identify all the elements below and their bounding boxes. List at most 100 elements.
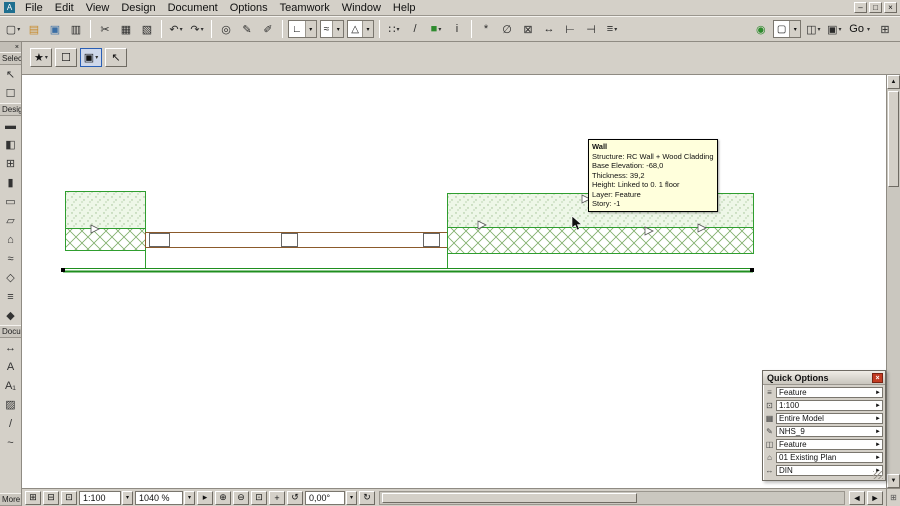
camera-icon[interactable]: ▣ ▾	[824, 19, 844, 39]
favorites-icon[interactable]: ★ ▾	[30, 48, 52, 67]
menu-window[interactable]: Window	[336, 1, 387, 15]
play-icon[interactable]: ▸	[197, 490, 213, 505]
door-tool-icon[interactable]: ◧	[0, 135, 21, 154]
model-view-options-select[interactable]: Feature ►	[776, 439, 883, 450]
layout-book-icon[interactable]: ◫ ▾	[803, 19, 823, 39]
renovation-filter-select[interactable]: 01 Existing Plan ►	[776, 452, 883, 463]
undo-icon[interactable]: ↶ ▾	[166, 19, 186, 39]
horizontal-scrollbar[interactable]	[379, 490, 845, 505]
zoom-out-icon[interactable]: ⊖	[233, 490, 249, 505]
measure-icon[interactable]: ↔	[539, 19, 559, 39]
compass-icon[interactable]: ◉	[751, 19, 771, 39]
line-tool-icon[interactable]: /	[0, 414, 21, 433]
menu-teamwork[interactable]: Teamwork	[274, 1, 336, 15]
arrow-tool-icon[interactable]: ↖	[0, 65, 21, 84]
marquee-icon[interactable]: ☐	[55, 48, 77, 67]
menu-options[interactable]: Options	[224, 1, 274, 15]
fill-tool-icon[interactable]: ▨	[0, 395, 21, 414]
slab-tool-icon[interactable]: ▱	[0, 211, 21, 230]
dropdown-arrow-icon[interactable]: ▾	[789, 21, 801, 37]
dimension-standard-select[interactable]: DIN►	[776, 465, 883, 476]
tracker-icon[interactable]: ⊡	[61, 490, 77, 505]
rotate-left-icon[interactable]: ↺	[287, 490, 303, 505]
pickup-parameters-icon[interactable]: ✎	[237, 19, 257, 39]
explode-icon[interactable]: ⊠	[518, 19, 538, 39]
scale-dropdown-icon[interactable]: ▾	[122, 490, 133, 505]
trim-icon[interactable]: ⊣	[581, 19, 601, 39]
print-icon[interactable]: ▥	[66, 19, 86, 39]
column-tool-icon[interactable]: ▮	[0, 173, 21, 192]
suspend-groups-icon[interactable]: ∅	[497, 19, 517, 39]
scroll-down-icon[interactable]: ▼	[887, 474, 900, 488]
pan-icon[interactable]: +	[269, 490, 285, 505]
dropdown-arrow-icon[interactable]: ▾	[332, 21, 344, 37]
stair-tool-icon[interactable]: ≡	[0, 287, 21, 306]
roof-tool-icon[interactable]: ⌂	[0, 230, 21, 249]
guide-lines-combo[interactable]: ≈ ▾	[319, 20, 345, 38]
open-folder-icon[interactable]: ▤	[24, 19, 44, 39]
quick-options-titlebar[interactable]: Quick Options ×	[763, 371, 885, 385]
organizer-grid-icon[interactable]: ⊞	[875, 19, 895, 39]
close-button[interactable]: ×	[884, 2, 897, 13]
horizontal-scroll-thumb[interactable]	[382, 492, 638, 503]
dropdown-arrow-icon[interactable]: ▾	[304, 21, 316, 37]
go-button[interactable]: Go ▾	[845, 23, 874, 35]
magic-wand-icon[interactable]: *	[476, 19, 496, 39]
save-icon[interactable]: ▣	[45, 19, 65, 39]
scroll-up-icon[interactable]: ▲	[887, 75, 900, 89]
vertical-scroll-thumb[interactable]	[888, 91, 899, 187]
zoom-in-icon[interactable]: ⊕	[215, 490, 231, 505]
structure-display-select[interactable]: Entire Model ►	[776, 413, 883, 424]
menu-document[interactable]: Document	[162, 1, 224, 15]
toolbox-section-document[interactable]: Docu	[0, 325, 21, 338]
find-select-icon[interactable]: ◎	[216, 19, 236, 39]
restore-button[interactable]: □	[869, 2, 882, 13]
align-icon[interactable]: ≡ ▾	[602, 19, 622, 39]
minimize-button[interactable]: –	[854, 2, 867, 13]
element-settings-icon[interactable]: ▣ ▾	[80, 48, 102, 67]
wall-tool-icon[interactable]: ▬	[0, 116, 21, 135]
snap-options-combo[interactable]: ∟ ▾	[288, 20, 317, 38]
angle-field[interactable]: 0,00°	[305, 490, 345, 505]
inject-parameters-icon[interactable]: ✐	[258, 19, 278, 39]
quick-options-close-icon[interactable]: ×	[872, 372, 883, 383]
new-document-icon[interactable]: ▢ ▾	[3, 19, 23, 39]
angle-dropdown-icon[interactable]: ▾	[346, 490, 357, 505]
dimension-icon[interactable]: ⊢	[560, 19, 580, 39]
beam-tool-icon[interactable]: ▭	[0, 192, 21, 211]
menu-file[interactable]: File	[19, 1, 49, 15]
toolbox-section-more[interactable]: More	[0, 493, 21, 506]
mesh-tool-icon[interactable]: ≈	[0, 249, 21, 268]
fit-in-window-icon[interactable]: ⊡	[251, 490, 267, 505]
toolbox-section-design[interactable]: Desig	[0, 103, 21, 116]
scrollbar-corner-icon[interactable]: ⊞	[886, 488, 900, 506]
dimension-tool-icon[interactable]: ↔	[0, 338, 21, 357]
info-cursor-icon[interactable]: i	[447, 19, 467, 39]
scale-select[interactable]: 1:100 ►	[776, 400, 883, 411]
zone-tool-icon[interactable]: ◇	[0, 268, 21, 287]
palette-resize-grip[interactable]	[873, 471, 883, 479]
menu-help[interactable]: Help	[387, 1, 422, 15]
window-tool-icon[interactable]: ⊞	[0, 154, 21, 173]
vertical-scrollbar[interactable]: ▲ ▼	[886, 75, 900, 488]
label-tool-icon[interactable]: A₁	[0, 376, 21, 395]
menu-edit[interactable]: Edit	[49, 1, 80, 15]
scroll-left-icon[interactable]: ◄	[849, 490, 865, 505]
pages-icon[interactable]: ⊞	[25, 490, 41, 505]
snap-icon[interactable]: ⊟	[43, 490, 59, 505]
text-tool-icon[interactable]: A	[0, 357, 21, 376]
dropdown-arrow-icon[interactable]: ▾	[362, 21, 373, 37]
spline-tool-icon[interactable]: ~	[0, 433, 21, 452]
redo-icon[interactable]: ↷ ▾	[187, 19, 207, 39]
toolbox-section-select[interactable]: Selec	[0, 52, 21, 65]
scroll-right-icon[interactable]: ►	[867, 490, 883, 505]
scale-field[interactable]: 1:100	[79, 490, 121, 505]
slash-guide-icon[interactable]: /	[405, 19, 425, 39]
rotate-right-icon[interactable]: ↻	[359, 490, 375, 505]
drawing-canvas[interactable]: Wall Structure: RC Wall + Wood Cladding …	[22, 75, 886, 488]
snap-grid-icon[interactable]: ∷ ▾	[384, 19, 404, 39]
object-tool-icon[interactable]: ◆	[0, 306, 21, 325]
zoom-field[interactable]: 1040 %	[135, 490, 183, 505]
copy-icon[interactable]: ▦	[116, 19, 136, 39]
construction-combo[interactable]: △ ▾	[347, 20, 374, 38]
